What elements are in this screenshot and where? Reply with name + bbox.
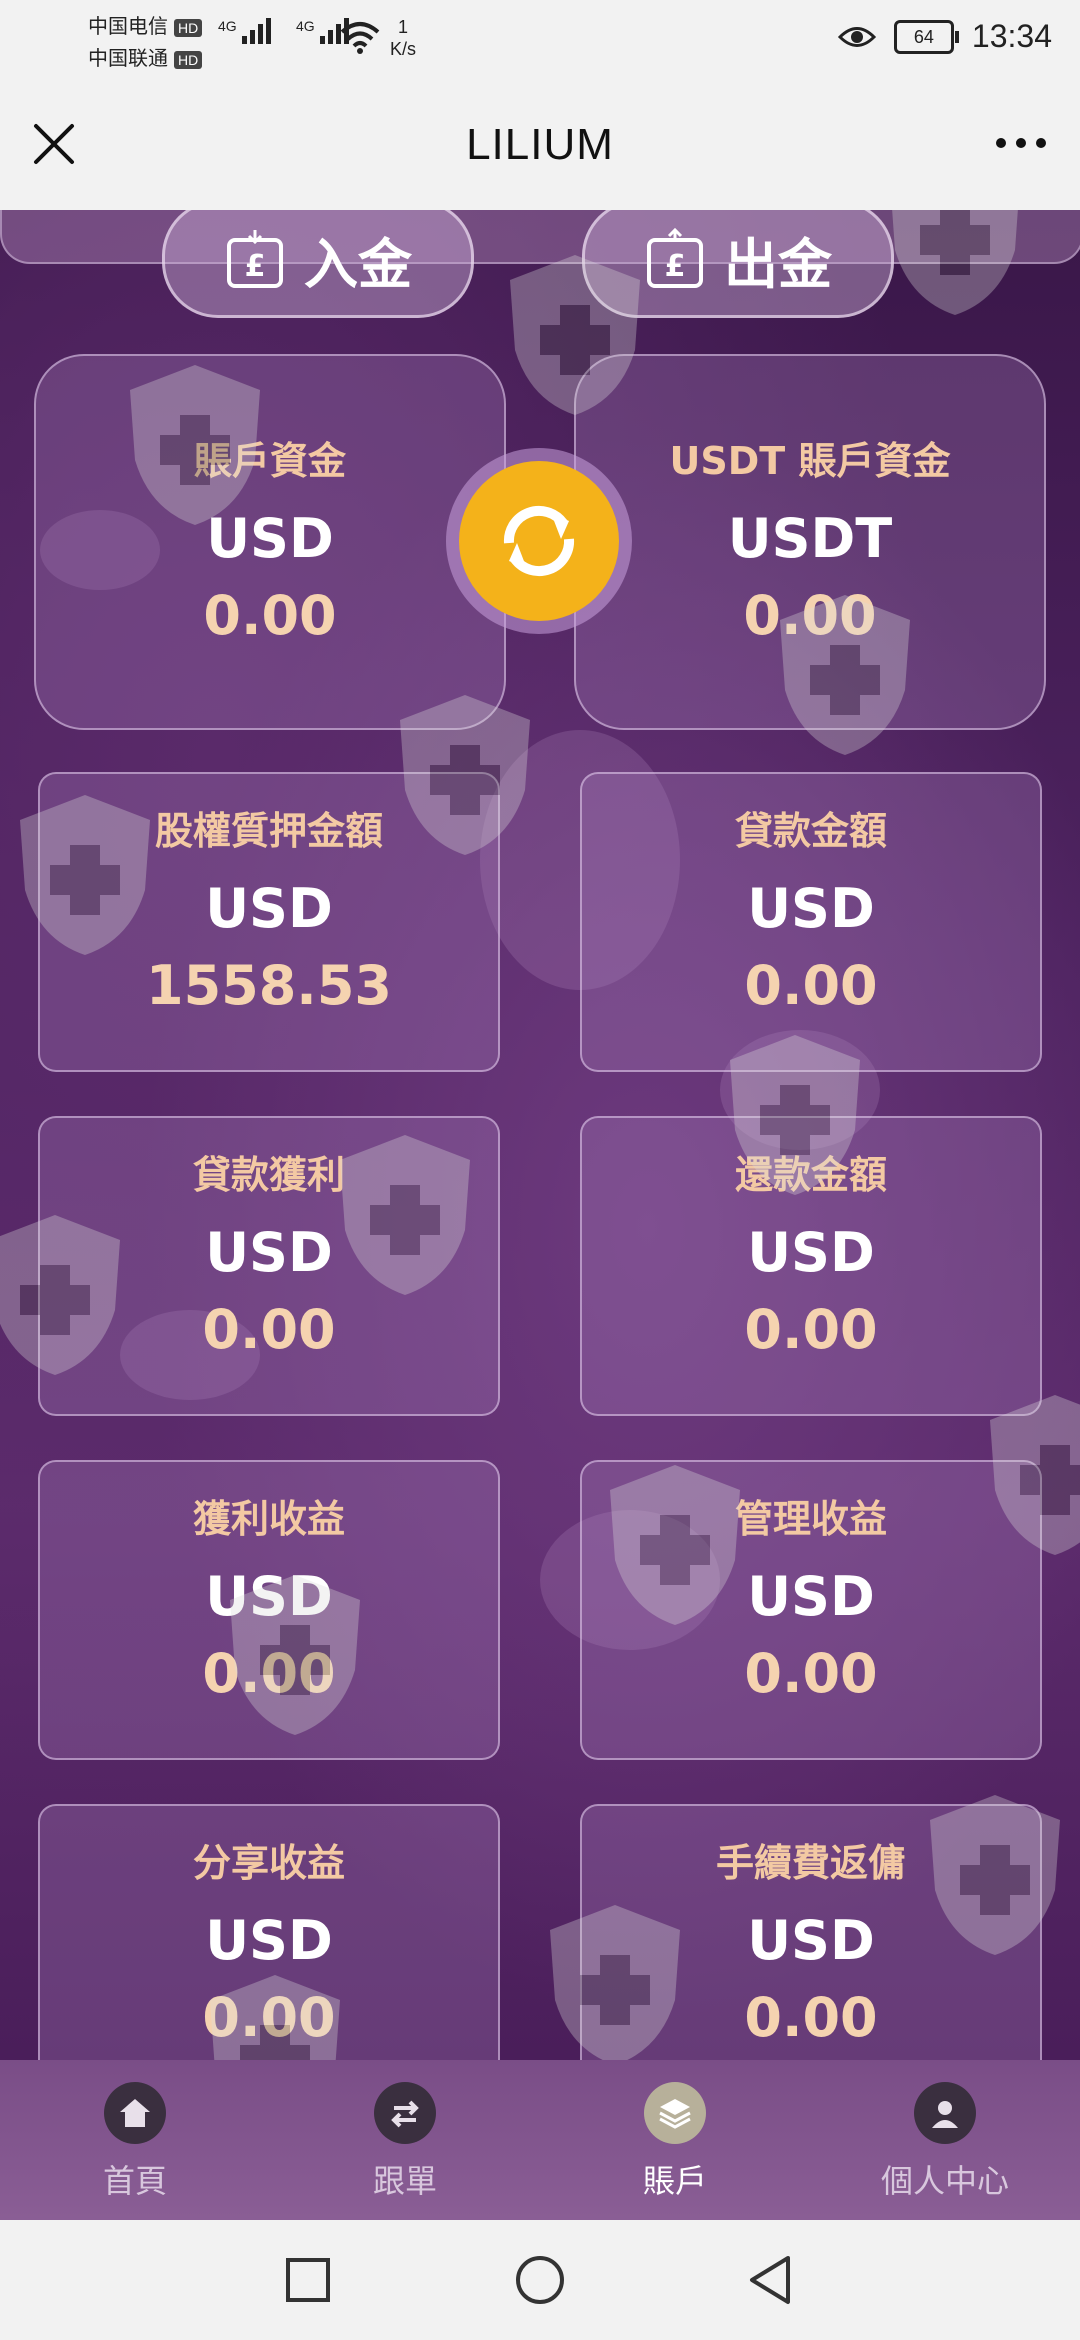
loan-amount-card[interactable]: 貸款金額 USD 0.00 bbox=[580, 772, 1042, 1072]
hd-badge: HD bbox=[174, 51, 203, 69]
usdt-funds-card[interactable]: USDT 賬戶資金 USDT 0.00 bbox=[574, 354, 1046, 730]
loan-profit-card[interactable]: 貸款獲利 USD 0.00 bbox=[38, 1116, 500, 1416]
card-label: 獲利收益 bbox=[192, 1497, 345, 1541]
svg-text:£: £ bbox=[665, 249, 686, 284]
more-options-icon[interactable] bbox=[996, 138, 1046, 148]
management-income-card[interactable]: 管理收益 USD 0.00 bbox=[580, 1460, 1042, 1760]
clock: 13:34 bbox=[971, 18, 1052, 54]
hd-badge: HD bbox=[174, 19, 203, 37]
recent-apps-button[interactable] bbox=[282, 2254, 334, 2306]
card-label: 貸款金額 bbox=[734, 809, 887, 853]
fee-rebate-card[interactable]: 手續費返傭 USD 0.00 bbox=[580, 1804, 1042, 2060]
svg-text:£: £ bbox=[245, 249, 266, 284]
card-currency: USD bbox=[206, 507, 334, 570]
card-label: 賬戶資金 bbox=[193, 439, 346, 483]
layers-icon bbox=[644, 2082, 706, 2144]
profit-income-card[interactable]: 獲利收益 USD 0.00 bbox=[38, 1460, 500, 1760]
nav-item-profile[interactable]: 個人中心 bbox=[810, 2060, 1080, 2220]
nav-item-copy-trade[interactable]: 跟單 bbox=[270, 2060, 540, 2220]
card-currency: USD bbox=[205, 1565, 333, 1628]
deposit-button[interactable]: £ 入金 bbox=[162, 210, 474, 318]
card-label: 貸款獲利 bbox=[192, 1153, 345, 1197]
card-currency: USD bbox=[205, 1221, 333, 1284]
user-icon bbox=[914, 2082, 976, 2144]
card-amount: 0.00 bbox=[744, 954, 878, 1017]
card-amount: 0.00 bbox=[744, 1986, 878, 2049]
account-funds-card[interactable]: 賬戶資金 USD 0.00 bbox=[34, 354, 506, 730]
currency-swap-button[interactable] bbox=[446, 448, 632, 634]
card-amount: 0.00 bbox=[202, 1642, 336, 1705]
card-label: 手續費返傭 bbox=[715, 1841, 906, 1885]
card-amount: 0.00 bbox=[743, 584, 877, 647]
equity-pledge-card[interactable]: 股權質押金額 USD 1558.53 bbox=[38, 772, 500, 1072]
card-currency: USD bbox=[205, 877, 333, 940]
card-amount: 0.00 bbox=[202, 1986, 336, 2049]
card-currency: USD bbox=[205, 1909, 333, 1972]
back-button[interactable] bbox=[744, 2254, 796, 2306]
withdraw-icon: £ bbox=[647, 228, 703, 288]
swap-icon bbox=[374, 2082, 436, 2144]
repayment-amount-card[interactable]: 還款金額 USD 0.00 bbox=[580, 1116, 1042, 1416]
nav-item-account[interactable]: 賬戶 bbox=[540, 2060, 810, 2220]
card-amount: 0.00 bbox=[202, 1298, 336, 1361]
battery-icon: 64 bbox=[893, 19, 959, 54]
card-currency: USD bbox=[747, 1565, 875, 1628]
card-currency: USDT bbox=[727, 507, 893, 570]
card-label: USDT 賬戶資金 bbox=[669, 439, 951, 483]
eye-icon bbox=[837, 26, 876, 47]
system-nav-bar bbox=[0, 2220, 1080, 2340]
app-header: LILIUM bbox=[0, 80, 1080, 210]
card-amount: 0.00 bbox=[744, 1298, 878, 1361]
card-currency: USD bbox=[747, 1221, 875, 1284]
nav-item-home[interactable]: 首頁 bbox=[0, 2060, 270, 2220]
refresh-icon bbox=[503, 505, 575, 577]
card-label: 分享收益 bbox=[192, 1841, 345, 1885]
card-amount: 0.00 bbox=[744, 1642, 878, 1705]
card-currency: USD bbox=[747, 1909, 875, 1972]
card-label: 還款金額 bbox=[734, 1153, 887, 1197]
card-label: 管理收益 bbox=[734, 1497, 887, 1541]
signal-icon: 4G bbox=[218, 18, 274, 44]
card-amount: 1558.53 bbox=[146, 954, 392, 1017]
home-icon bbox=[104, 2082, 166, 2144]
card-amount: 0.00 bbox=[203, 584, 337, 647]
carrier-2: 中国联通 HD bbox=[88, 42, 203, 71]
carrier-1: 中国电信 HD bbox=[88, 10, 203, 39]
page-title: LILIUM bbox=[466, 120, 614, 169]
wifi-icon bbox=[340, 22, 380, 54]
status-bar: 中国电信 HD 中国联通 HD 4G 4G 1 K/s 64 13:34 bbox=[0, 0, 1080, 80]
network-speed: 1 K/s bbox=[390, 17, 417, 59]
bottom-nav: 首頁 跟單 賬戶 個人中心 bbox=[0, 2060, 1080, 2220]
share-income-card[interactable]: 分享收益 USD 0.00 bbox=[38, 1804, 500, 2060]
card-currency: USD bbox=[747, 877, 875, 940]
home-button[interactable] bbox=[514, 2254, 566, 2306]
account-content: £ 入金 £ 出金 賬戶資金 USD 0.00 USDT 賬戶資金 USDT 0… bbox=[0, 210, 1080, 2060]
withdraw-button[interactable]: £ 出金 bbox=[582, 210, 894, 318]
deposit-icon: £ bbox=[227, 230, 283, 288]
card-label: 股權質押金額 bbox=[154, 809, 383, 853]
